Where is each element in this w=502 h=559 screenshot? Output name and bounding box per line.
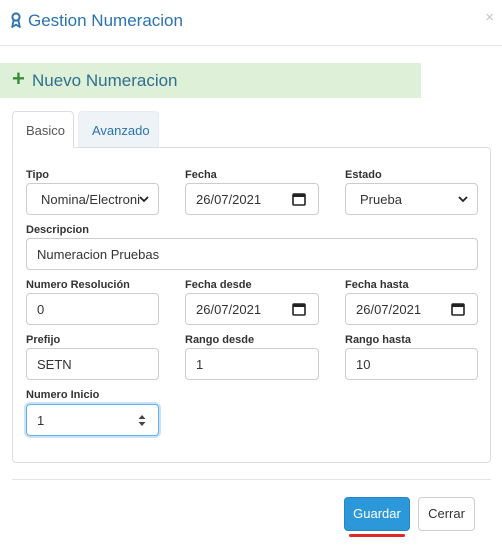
prefijo-input[interactable]: SETN <box>26 348 159 380</box>
numero-resolucion-input[interactable]: 0 <box>26 293 159 325</box>
fecha-label: Fecha <box>185 169 217 181</box>
chevron-down-icon <box>458 196 468 203</box>
chevron-down-icon <box>139 196 149 203</box>
tipo-value: Nomina/Electroni <box>41 192 140 207</box>
numero-inicio-value: 1 <box>37 413 45 428</box>
numero-inicio-input[interactable]: 1 <box>26 404 159 436</box>
rango-desde-label: Rango desde <box>185 334 255 346</box>
rango-hasta-label: Rango hasta <box>345 334 412 346</box>
descripcion-label: Descripcion <box>26 224 89 236</box>
rango-hasta-input[interactable]: 10 <box>345 348 478 380</box>
fecha-date-input[interactable]: 26/07/2021 <box>185 183 319 215</box>
fecha-desde-value: 26/07/2021 <box>196 302 262 317</box>
calendar-icon[interactable] <box>292 192 306 206</box>
save-button[interactable]: Guardar <box>344 497 410 531</box>
estado-label: Estado <box>345 169 382 181</box>
calendar-icon[interactable] <box>292 302 306 316</box>
fecha-desde-date-input[interactable]: 26/07/2021 <box>185 293 319 325</box>
close-button[interactable]: Cerrar <box>418 497 475 531</box>
numero-inicio-label: Numero Inicio <box>26 389 100 401</box>
spinner-arrows-icon[interactable] <box>138 414 146 427</box>
new-numeration-banner: + Nuevo Numeracion <box>0 63 421 98</box>
estado-value: Prueba <box>360 192 402 207</box>
fecha-value: 26/07/2021 <box>196 192 262 207</box>
calendar-icon[interactable] <box>451 302 465 316</box>
footer-divider <box>12 479 491 480</box>
prefijo-label: Prefijo <box>26 334 61 346</box>
tab-avanzado[interactable]: Avanzado <box>78 111 159 148</box>
fecha-desde-label: Fecha desde <box>185 279 252 291</box>
fecha-hasta-label: Fecha hasta <box>345 279 409 291</box>
highlight-underline <box>349 534 405 537</box>
banner-title: Nuevo Numeracion <box>32 71 178 90</box>
numero-resolucion-label: Numero Resolución <box>26 279 130 291</box>
estado-select[interactable]: Prueba <box>345 183 478 215</box>
tab-basico[interactable]: Basico <box>12 111 74 148</box>
close-icon[interactable]: × <box>485 9 494 26</box>
descripcion-input[interactable]: Numeracion Pruebas <box>26 238 478 270</box>
ribbon-award-icon <box>11 12 21 28</box>
fecha-hasta-date-input[interactable]: 26/07/2021 <box>345 293 478 325</box>
tipo-label: Tipo <box>26 169 50 181</box>
tipo-select[interactable]: Nomina/Electroni <box>26 183 159 215</box>
fecha-hasta-value: 26/07/2021 <box>356 302 422 317</box>
modal-title: Gestion Numeracion <box>28 11 183 30</box>
plus-icon: + <box>12 66 25 91</box>
modal-header: Gestion Numeracion × <box>0 0 502 46</box>
rango-desde-input[interactable]: 1 <box>185 348 319 380</box>
